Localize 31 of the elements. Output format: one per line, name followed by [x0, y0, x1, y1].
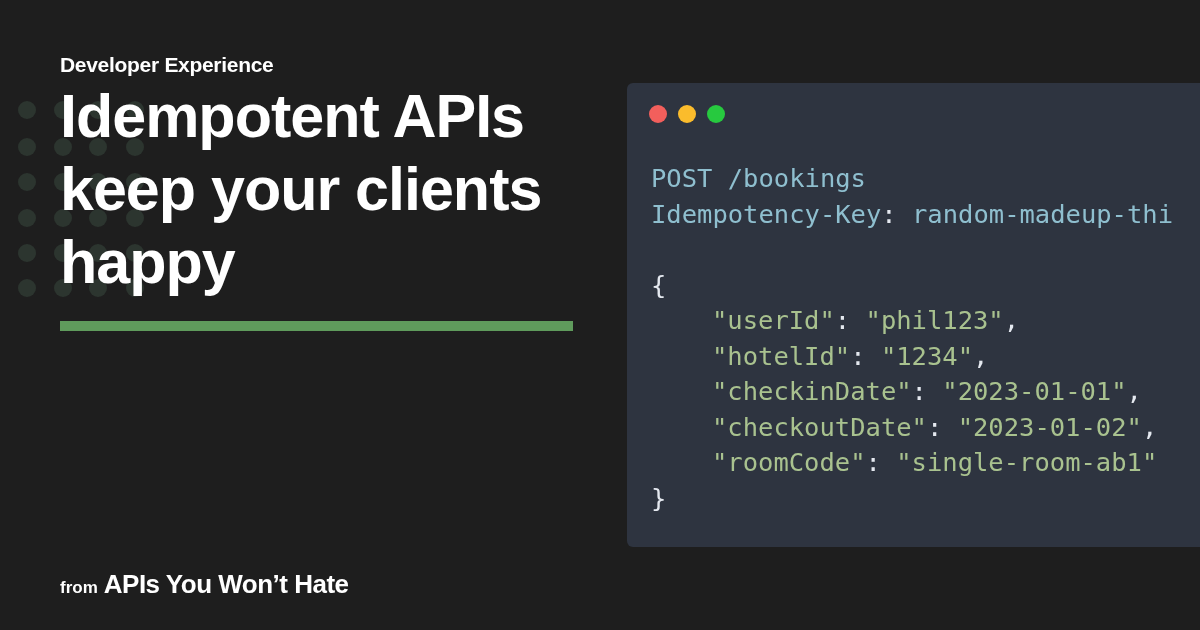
headline-line: happy [60, 227, 235, 298]
code-text: : [911, 375, 928, 408]
code-text: : [881, 197, 898, 231]
code-text: "2023-01-01" [942, 375, 1127, 408]
code-text: "2023-01-02" [957, 410, 1142, 444]
code-text: : [834, 304, 852, 337]
code-text: : [865, 446, 882, 479]
code-text: "checkoutDate" [712, 410, 927, 444]
site-name: APIs You Won’t Hate [103, 568, 349, 601]
code-text: "userId" [712, 304, 835, 337]
code-text: } [651, 481, 667, 515]
code-text: { [651, 268, 667, 302]
code-text: , [1126, 375, 1142, 408]
code-text: : [850, 339, 867, 373]
code-text: : [926, 410, 944, 444]
code-text: , [1141, 410, 1158, 444]
code-text: , [973, 339, 989, 373]
code-text: "phil123" [865, 304, 1004, 337]
code-text: "checkinDate" [712, 375, 912, 408]
headline-line: Idempotent APIs [60, 81, 524, 152]
code-text: POST /bookings [651, 162, 866, 195]
headline-line: keep your clients [60, 154, 542, 225]
code-text: "roomCode" [712, 446, 866, 479]
code-text: "1234" [880, 339, 973, 373]
category-label: Developer Experience [60, 52, 274, 78]
code-text: Idempotency-Key [651, 197, 882, 231]
code-text: random-madeup-thi [912, 197, 1173, 231]
code-text: , [1003, 304, 1020, 337]
code-text: "hotelId" [712, 339, 851, 373]
from-label: from [60, 577, 98, 599]
code-text: "single-room-ab1" [896, 446, 1158, 479]
